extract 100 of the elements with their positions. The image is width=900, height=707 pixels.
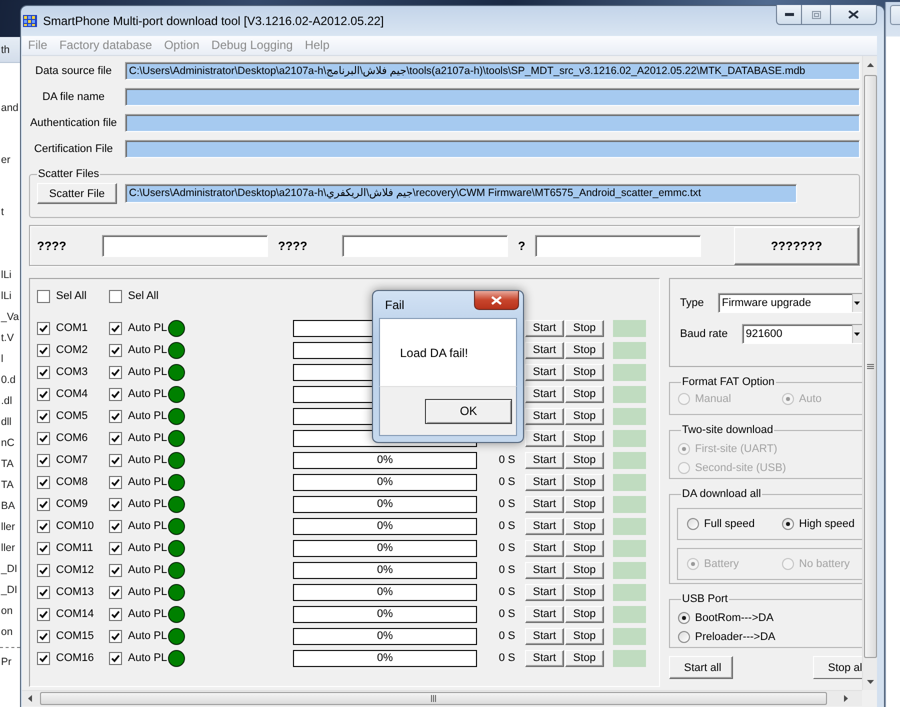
- checkbox-label[interactable]: Auto PL: [128, 410, 168, 422]
- checkbox-label[interactable]: COM12: [56, 564, 94, 576]
- stop-button[interactable]: Stop: [565, 474, 604, 490]
- start-button[interactable]: Start: [525, 430, 564, 446]
- checkbox-label[interactable]: Auto PL: [128, 586, 168, 598]
- checkbox-label[interactable]: COM14: [56, 608, 94, 620]
- checkbox[interactable]: [37, 630, 50, 642]
- scrollbar-thumb[interactable]: [864, 75, 876, 658]
- minimize-button[interactable]: [776, 5, 802, 25]
- checkbox-label[interactable]: Auto PL: [128, 498, 168, 510]
- stop-button[interactable]: Stop: [565, 606, 604, 622]
- maximize-button[interactable]: [802, 5, 831, 25]
- checkbox-label[interactable]: Auto PL: [128, 322, 168, 334]
- checkbox-label[interactable]: COM8: [56, 476, 88, 488]
- checkbox-label[interactable]: Auto PL: [128, 564, 168, 576]
- checkbox-label[interactable]: COM11: [56, 542, 94, 554]
- checkbox[interactable]: [109, 344, 122, 356]
- checkbox[interactable]: [37, 388, 50, 400]
- checkbox-label[interactable]: Auto PL: [128, 476, 168, 488]
- start-button[interactable]: Start: [525, 496, 564, 512]
- start-button[interactable]: Start: [525, 364, 564, 380]
- stop-all-button[interactable]: Stop al: [813, 656, 862, 679]
- stop-button[interactable]: Stop: [565, 628, 604, 644]
- checkbox-label[interactable]: Auto PL: [128, 344, 168, 356]
- checkbox-label[interactable]: Auto PL: [128, 432, 168, 444]
- checkbox-label[interactable]: COM6: [56, 432, 88, 444]
- ok-button[interactable]: OK: [425, 398, 512, 424]
- radio-label[interactable]: BootRom--->DA: [695, 612, 774, 624]
- checkbox[interactable]: [37, 432, 50, 444]
- close-button[interactable]: [474, 291, 519, 310]
- checkbox-label[interactable]: COM15: [56, 630, 94, 642]
- checkbox[interactable]: [37, 476, 50, 488]
- start-button[interactable]: Start: [525, 650, 564, 666]
- checkbox-label[interactable]: COM16: [56, 652, 94, 664]
- action-button[interactable]: ???????: [734, 226, 859, 264]
- checkbox-label[interactable]: COM9: [56, 498, 88, 510]
- checkbox[interactable]: [109, 542, 122, 554]
- checkbox-label[interactable]: COM7: [56, 454, 88, 466]
- checkbox-label[interactable]: COM5: [56, 410, 88, 422]
- radio-button[interactable]: [782, 518, 794, 530]
- checkbox[interactable]: [109, 630, 122, 642]
- start-button[interactable]: Start: [525, 518, 564, 534]
- caption-button[interactable]: [890, 5, 900, 25]
- file-path-field[interactable]: [125, 114, 860, 132]
- checkbox-label[interactable]: COM3: [56, 366, 88, 378]
- checkbox[interactable]: [109, 410, 122, 422]
- start-button[interactable]: Start: [525, 452, 564, 468]
- start-button[interactable]: Start: [525, 628, 564, 644]
- checkbox[interactable]: [37, 322, 50, 334]
- radio-label[interactable]: Full speed: [704, 518, 755, 530]
- checkbox[interactable]: [37, 564, 50, 576]
- checkbox[interactable]: [37, 344, 50, 356]
- start-button[interactable]: Start: [525, 562, 564, 578]
- text-field[interactable]: [342, 234, 508, 256]
- stop-button[interactable]: Stop: [565, 408, 604, 424]
- checkbox[interactable]: [109, 564, 122, 576]
- checkbox-label[interactable]: Auto PL: [128, 520, 168, 532]
- checkbox[interactable]: [37, 586, 50, 598]
- start-button[interactable]: Start: [525, 386, 564, 402]
- checkbox-label[interactable]: COM1: [56, 322, 88, 334]
- start-button[interactable]: Start: [525, 474, 564, 490]
- text-field[interactable]: [535, 234, 701, 256]
- checkbox[interactable]: [109, 652, 122, 664]
- stop-button[interactable]: Stop: [565, 540, 604, 556]
- checkbox-label[interactable]: Sel All: [56, 290, 87, 302]
- vertical-scrollbar[interactable]: [862, 56, 877, 690]
- checkbox-label[interactable]: COM13: [56, 586, 94, 598]
- file-path-field[interactable]: C:\Users\Administrator\Desktop\a2107a-h\جيم فلاش\البرنامج\tools(a2107a-h)\tools\SP_MDT_src_v3.1216.02_A2012.05.22\MTK_DATABASE.mdb: [125, 62, 860, 80]
- close-button[interactable]: [831, 5, 877, 25]
- stop-button[interactable]: Stop: [565, 650, 604, 666]
- start-button[interactable]: Start: [525, 540, 564, 556]
- checkbox[interactable]: [109, 454, 122, 466]
- radio-button[interactable]: [678, 612, 690, 624]
- checkbox[interactable]: [109, 498, 122, 510]
- checkbox[interactable]: [37, 366, 50, 378]
- horizontal-scrollbar[interactable]: [22, 690, 862, 706]
- checkbox[interactable]: [109, 388, 122, 400]
- start-button[interactable]: Start: [525, 408, 564, 424]
- type-dropdown[interactable]: Firmware upgrade: [718, 293, 862, 313]
- radio-button[interactable]: [687, 518, 699, 530]
- stop-button[interactable]: Stop: [565, 562, 604, 578]
- checkbox-label[interactable]: Auto PL: [128, 388, 168, 400]
- stop-button[interactable]: Stop: [565, 518, 604, 534]
- stop-button[interactable]: Stop: [565, 584, 604, 600]
- checkbox[interactable]: [37, 410, 50, 422]
- checkbox[interactable]: [109, 322, 122, 334]
- checkbox[interactable]: [109, 608, 122, 620]
- checkbox-label[interactable]: COM4: [56, 388, 88, 400]
- file-path-field[interactable]: [125, 140, 860, 158]
- start-all-button[interactable]: Start all: [669, 656, 733, 679]
- baud-rate-dropdown[interactable]: 921600: [742, 324, 862, 344]
- checkbox-label[interactable]: COM2: [56, 344, 88, 356]
- checkbox-label[interactable]: COM10: [56, 520, 94, 532]
- checkbox[interactable]: [37, 454, 50, 466]
- stop-button[interactable]: Stop: [565, 342, 604, 358]
- checkbox-label[interactable]: Auto PL: [128, 454, 168, 466]
- checkbox[interactable]: [37, 652, 50, 664]
- text-field[interactable]: [102, 234, 268, 256]
- checkbox[interactable]: [109, 520, 122, 532]
- checkbox[interactable]: [109, 476, 122, 488]
